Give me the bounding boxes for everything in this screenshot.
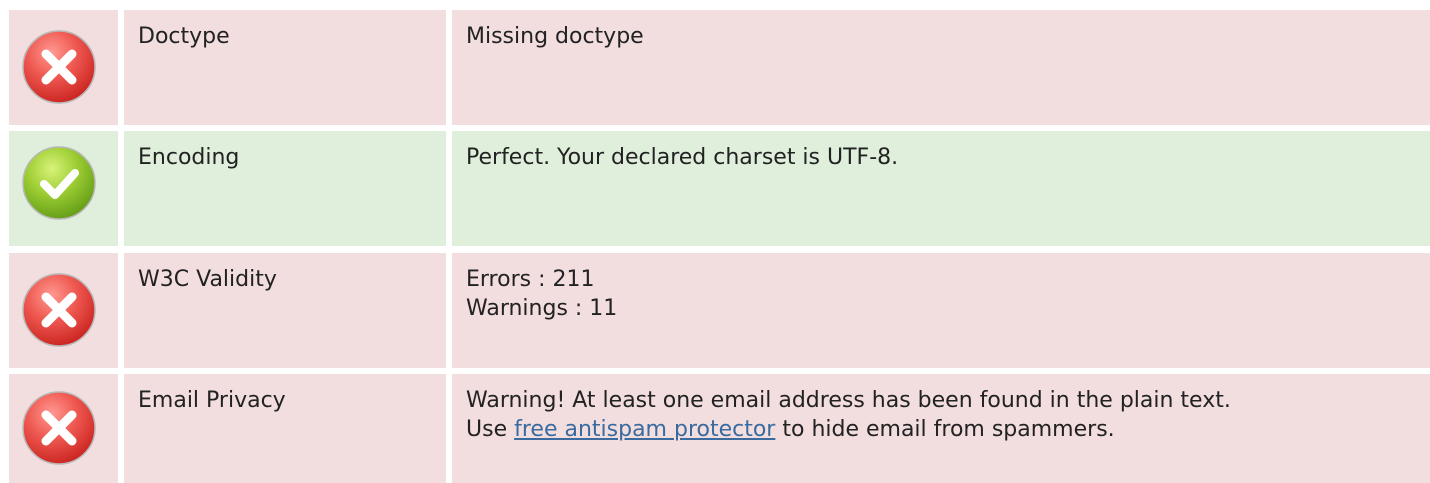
antispam-protector-link[interactable]: free antispam protector	[514, 417, 775, 442]
table-row-doctype: Doctype Missing doctype	[0, 10, 1430, 125]
advice-prefix: Use	[466, 417, 508, 442]
error-x-icon	[22, 391, 96, 465]
description-cell: Errors : 211 Warnings : 11	[452, 253, 1430, 368]
row-label: Encoding	[138, 145, 240, 170]
label-cell: Doctype	[124, 10, 446, 125]
row-description: Errors : 211 Warnings : 11	[466, 265, 617, 323]
check-icon	[22, 146, 96, 220]
table-row-encoding: Encoding Perfect. Your declared charset …	[0, 131, 1430, 246]
warnings-count: Warnings : 11	[466, 296, 618, 321]
status-cell	[9, 374, 118, 483]
row-description: Missing doctype	[466, 24, 644, 49]
status-cell	[9, 10, 118, 125]
status-cell	[9, 131, 118, 246]
error-x-icon	[22, 273, 96, 347]
error-x-icon	[22, 30, 96, 104]
row-description: Warning! At least one email address has …	[466, 386, 1231, 444]
email-warning-text: Warning! At least one email address has …	[466, 388, 1231, 413]
label-cell: Encoding	[124, 131, 446, 246]
table-row-email-privacy: Email Privacy Warning! At least one emai…	[0, 374, 1430, 483]
errors-count: Errors : 211	[466, 267, 595, 292]
description-cell: Missing doctype	[452, 10, 1430, 125]
label-cell: W3C Validity	[124, 253, 446, 368]
email-advice-line: Use free antispam protector to hide emai…	[466, 415, 1231, 444]
report-table: Doctype Missing doctype Encoding Perfect…	[0, 0, 1430, 483]
row-description: Perfect. Your declared charset is UTF-8.	[466, 145, 899, 170]
row-label: W3C Validity	[138, 267, 277, 292]
label-cell: Email Privacy	[124, 374, 446, 483]
description-cell: Perfect. Your declared charset is UTF-8.	[452, 131, 1430, 246]
row-label: Doctype	[138, 24, 230, 49]
description-cell: Warning! At least one email address has …	[452, 374, 1430, 483]
row-label: Email Privacy	[138, 388, 286, 413]
advice-suffix: to hide email from spammers.	[782, 417, 1115, 442]
table-row-w3c-validity: W3C Validity Errors : 211 Warnings : 11	[0, 253, 1430, 368]
status-cell	[9, 253, 118, 368]
